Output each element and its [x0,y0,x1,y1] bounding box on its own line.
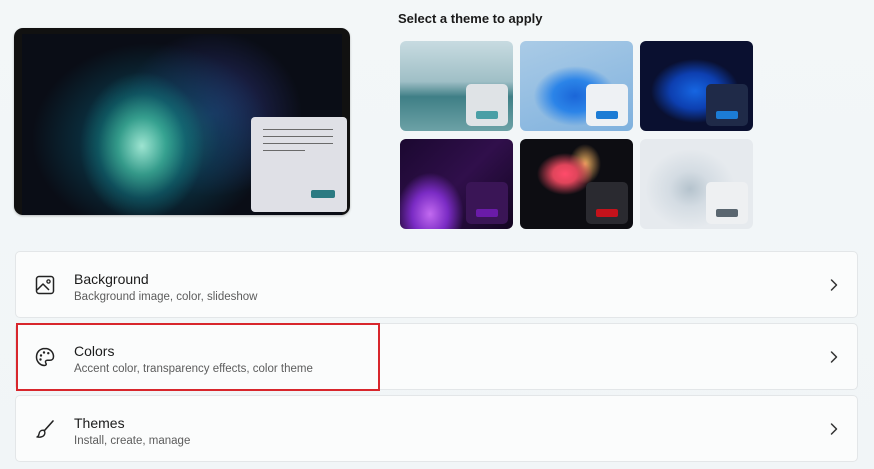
palette-icon [35,347,55,367]
theme-bloom-light[interactable] [520,41,633,131]
chevron-right-icon [830,423,838,435]
theme-captured-motion[interactable] [400,139,513,229]
setting-themes[interactable]: Themes Install, create, manage [15,395,858,462]
setting-themes-title: Themes [74,415,125,431]
theme-sunrise[interactable] [520,139,633,229]
theme-flow[interactable] [640,139,753,229]
setting-themes-subtitle: Install, create, manage [74,435,191,447]
setting-background-title: Background [74,271,149,287]
theme-preview [14,28,350,215]
setting-background-subtitle: Background image, color, slideshow [74,291,258,303]
theme-section-title: Select a theme to apply [398,11,543,26]
chevron-right-icon [830,279,838,291]
brush-icon [36,420,54,438]
setting-colors[interactable]: Colors Accent color, transparency effect… [15,323,858,390]
setting-colors-subtitle: Accent color, transparency effects, colo… [74,363,313,375]
theme-bloom-dark[interactable] [640,41,753,131]
chevron-right-icon [830,351,838,363]
preview-window [251,117,347,212]
image-icon [35,275,55,295]
theme-glow[interactable] [400,41,513,131]
setting-background[interactable]: Background Background image, color, slid… [15,251,858,318]
preview-accent-button [311,190,335,198]
setting-colors-title: Colors [74,343,115,359]
